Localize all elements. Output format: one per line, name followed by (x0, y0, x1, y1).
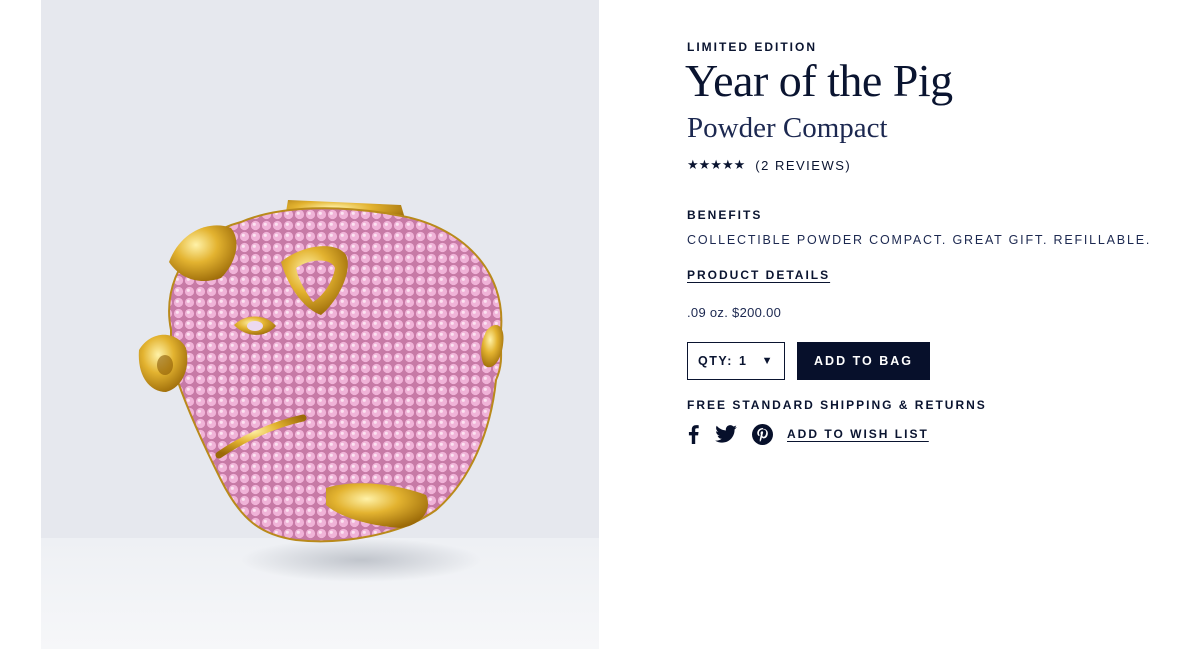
add-to-bag-button[interactable]: ADD TO BAG (797, 342, 930, 380)
pig-compact-image (138, 200, 504, 582)
benefits-heading: BENEFITS (687, 208, 763, 222)
add-to-wish-list-link[interactable]: ADD TO WISH LIST (787, 427, 929, 441)
shipping-notice: FREE STANDARD SHIPPING & RETURNS (687, 398, 987, 412)
quantity-select[interactable]: QTY: 1 ▼ (687, 342, 785, 380)
limited-edition-label: LIMITED EDITION (687, 40, 817, 54)
benefits-text: COLLECTIBLE POWDER COMPACT. GREAT GIFT. … (687, 233, 1152, 247)
facebook-icon[interactable] (687, 422, 699, 446)
reviews-link[interactable]: (2 REVIEWS) (755, 158, 851, 173)
caret-down-icon: ▼ (761, 355, 774, 367)
qty-value: 1 (738, 354, 748, 368)
pinterest-icon[interactable] (751, 422, 773, 446)
product-image (41, 0, 599, 649)
product-rating: ★★★★★ (2 REVIEWS) (687, 157, 851, 173)
product-info-panel: LIMITED EDITION Year of the Pig Powder C… (685, 0, 1167, 649)
product-title: Year of the Pig (685, 55, 953, 106)
product-subtitle: Powder Compact (687, 112, 888, 144)
rating-stars: ★★★★★ (687, 157, 746, 172)
product-details-link[interactable]: PRODUCT DETAILS (687, 268, 830, 282)
social-share-row: ADD TO WISH LIST (687, 422, 929, 446)
size-price: .09 oz. $200.00 (687, 305, 782, 320)
qty-label: QTY: (698, 354, 733, 368)
twitter-icon[interactable] (715, 422, 737, 446)
product-page: LIMITED EDITION Year of the Pig Powder C… (0, 0, 1185, 649)
